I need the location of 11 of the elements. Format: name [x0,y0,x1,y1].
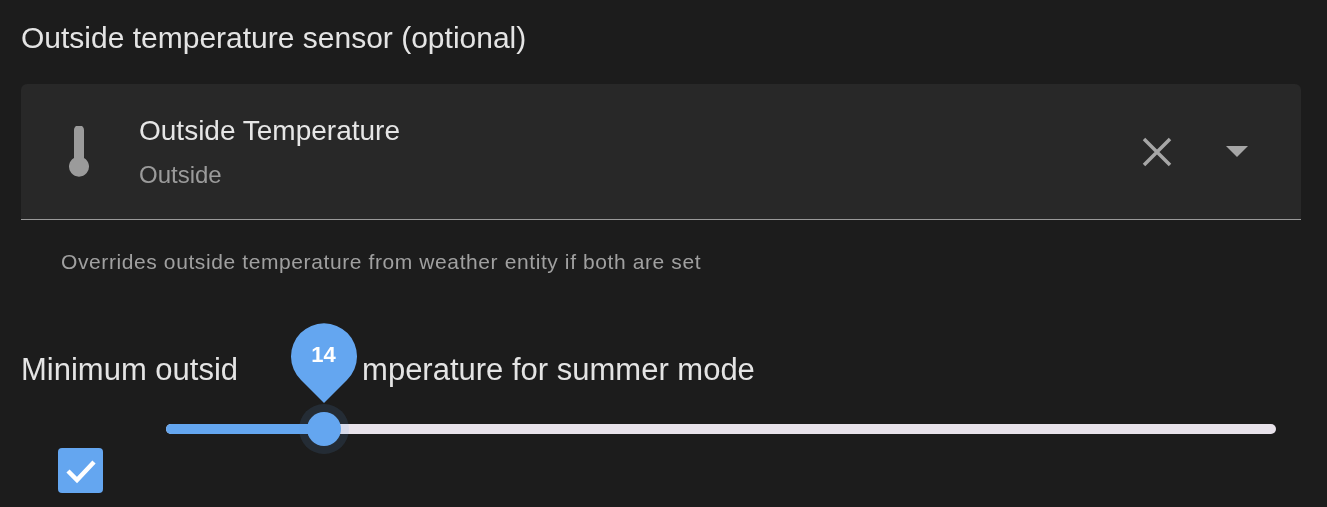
slider-label: mperature for summer mode [362,352,755,388]
slider-track[interactable] [166,424,1276,434]
helper-text: Overrides outside temperature from weather entity if both are set [61,250,703,274]
slider-label: Minimum outsid [21,352,239,388]
value-bubble: 14 [290,323,357,403]
entity-picker[interactable]: Outside Temperature Outside [21,84,1301,220]
entity-area: Outside [139,160,1137,189]
entity-name: Outside Temperature [139,114,401,147]
checkbox[interactable] [58,448,103,493]
slider-thumb[interactable] [306,412,341,446]
section-title: Outside temperature sensor (optional) [21,20,528,56]
